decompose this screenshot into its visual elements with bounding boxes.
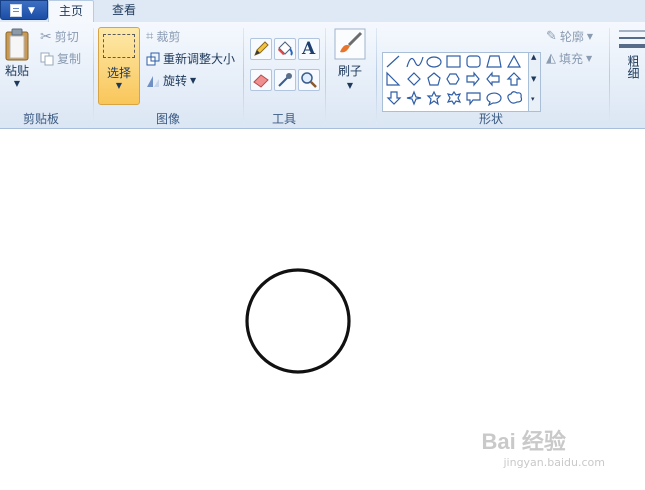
text-a-icon: A <box>302 39 316 59</box>
pencil-tool[interactable] <box>250 38 272 60</box>
scroll-up-icon[interactable]: ▲ <box>531 53 536 61</box>
line-thickness-icon <box>619 30 645 48</box>
chevron-down-icon: ▼ <box>28 6 35 16</box>
tools-group-label: 工具 <box>271 112 296 126</box>
chevron-down-icon: ▼ <box>13 79 21 88</box>
text-tool[interactable]: A <box>298 38 320 60</box>
chevron-down-icon: ▼ <box>346 81 354 90</box>
outline-pen-icon: ✎ <box>546 29 557 44</box>
selection-rect-icon <box>103 34 135 58</box>
fill-label: 填充 <box>559 52 584 66</box>
outline-label: 轮廓 <box>559 30 584 44</box>
divider <box>376 28 377 124</box>
shapes-grid <box>386 54 523 107</box>
crop-icon: ⌗ <box>146 29 154 44</box>
shapes-gallery[interactable] <box>382 52 530 112</box>
select-button[interactable]: 选择 ▼ <box>98 27 140 105</box>
ribbon-tab-bar: ▼ 主页 查看 <box>0 0 645 24</box>
size-button[interactable]: 粗细 <box>617 28 645 79</box>
fill-tool[interactable] <box>274 38 296 60</box>
fill-bucket-icon: ◭ <box>546 51 556 66</box>
rotate-icon <box>147 75 159 87</box>
divider <box>243 28 244 124</box>
watermark-url: jingyan.baidu.com <box>503 456 605 469</box>
paste-label: 粘贴 <box>4 64 29 78</box>
divider <box>325 28 326 124</box>
divider <box>93 28 94 124</box>
drawing-canvas[interactable]: Bai 经验 jingyan.baidu.com <box>0 129 645 487</box>
clipboard-group-label: 剪贴板 <box>22 112 59 126</box>
scissors-icon: ✂ <box>40 28 52 45</box>
resize-button[interactable]: 重新调整大小 <box>146 50 235 67</box>
copy-label: 复制 <box>57 52 82 66</box>
scroll-down-icon[interactable]: ▼ <box>531 75 536 83</box>
crop-label: 裁剪 <box>156 30 181 44</box>
copy-icon <box>40 52 54 65</box>
watermark: Bai 经验 jingyan.baidu.com <box>481 424 605 469</box>
outline-button[interactable]: ✎ 轮廓 ▼ <box>546 28 593 45</box>
divider <box>609 28 610 124</box>
brush-icon <box>334 28 366 60</box>
expand-gallery-icon[interactable]: ▾ <box>531 95 535 103</box>
drawn-circle <box>245 268 351 374</box>
chevron-down-icon: ▼ <box>586 54 593 63</box>
chevron-down-icon: ▼ <box>190 76 197 85</box>
image-group-label: 图像 <box>155 112 180 126</box>
fill-button[interactable]: ◭ 填充 ▼ <box>546 50 592 67</box>
cut-button[interactable]: ✂ 剪切 <box>40 28 79 45</box>
rotate-button[interactable]: 旋转 ▼ <box>146 72 196 89</box>
chevron-down-icon: ▼ <box>586 32 594 41</box>
brushes-button[interactable]: 刷子 ▼ <box>332 28 368 90</box>
shapes-group-label: 形状 <box>478 112 503 126</box>
magnifier-icon <box>301 72 317 88</box>
size-label: 粗细 <box>626 55 640 79</box>
paint-menu-button[interactable]: ▼ <box>0 0 48 20</box>
resize-label: 重新调整大小 <box>163 52 236 66</box>
document-icon <box>10 4 22 17</box>
ribbon: 粘贴 ▼ ✂ 剪切 复制 剪贴板 选择 ▼ ⌗ 裁剪 重新调整大小 旋转 ▼ 图… <box>0 22 645 129</box>
cut-label: 剪切 <box>54 30 79 44</box>
pencil-icon <box>254 41 269 56</box>
color-picker-tool[interactable] <box>274 69 296 91</box>
crop-button[interactable]: ⌗ 裁剪 <box>146 28 180 45</box>
shapes-scrollbar[interactable]: ▲ ▼ ▾ <box>528 52 541 112</box>
copy-button[interactable]: 复制 <box>40 50 81 67</box>
eraser-tool[interactable] <box>250 69 272 91</box>
tab-home[interactable]: 主页 <box>48 0 94 24</box>
chevron-down-icon: ▼ <box>115 81 123 90</box>
watermark-brand: Bai 经验 <box>481 429 566 454</box>
paint-bucket-icon <box>278 41 293 56</box>
tab-view[interactable]: 查看 <box>100 0 148 22</box>
select-label: 选择 <box>106 66 131 80</box>
paste-button[interactable]: 粘贴 ▼ <box>2 28 32 88</box>
brushes-label: 刷子 <box>337 64 362 78</box>
eyedropper-icon <box>278 73 292 87</box>
clipboard-icon <box>5 28 29 61</box>
magnifier-tool[interactable] <box>298 69 320 91</box>
resize-icon <box>146 52 160 65</box>
eraser-icon <box>253 74 269 88</box>
rotate-label: 旋转 <box>163 74 188 88</box>
